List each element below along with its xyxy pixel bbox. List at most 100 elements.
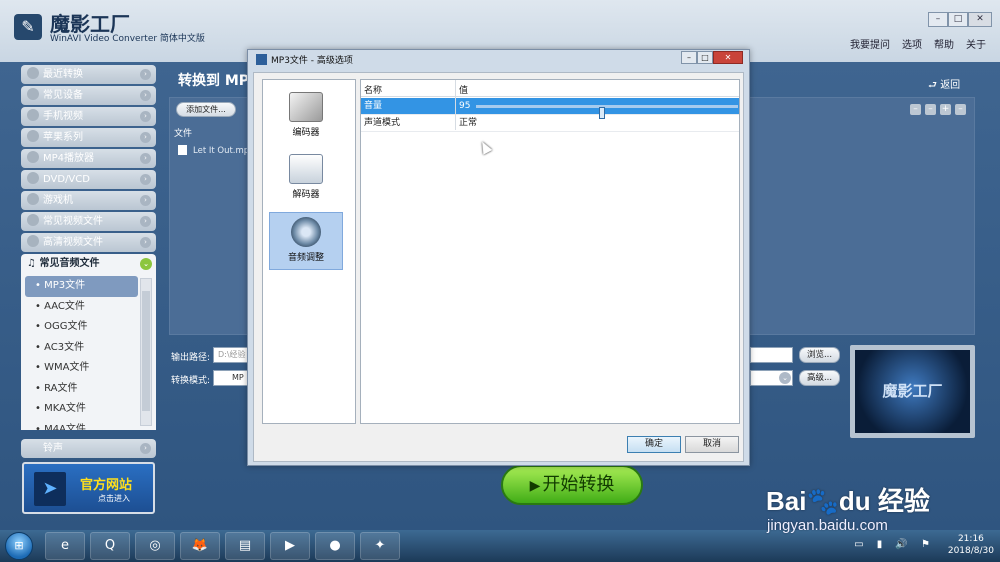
sidebar-item-phone[interactable]: 手机视频 › <box>21 107 156 126</box>
watermark-brand: Bai🐾du 经验 <box>766 486 930 516</box>
cancel-button[interactable]: 取消 <box>685 436 739 453</box>
phone-icon <box>27 109 39 121</box>
scrollbar[interactable] <box>140 278 152 426</box>
link-ask[interactable]: 我要提问 <box>850 36 890 51</box>
sidebar-item-mp4[interactable]: MP4播放器 › <box>21 149 156 168</box>
sidebar-item-devices[interactable]: 常见设备 › <box>21 86 156 105</box>
maximize-button[interactable]: □ <box>948 12 968 27</box>
taskbar-app-converter[interactable]: ✦ <box>360 532 400 560</box>
app-small-icon <box>256 54 267 65</box>
column-name: 名称 <box>364 86 383 96</box>
encoder-icon <box>289 92 323 122</box>
chevron-down-icon: ⌄ <box>779 372 791 384</box>
list-item-wma[interactable]: • WMA文件 <box>21 358 134 379</box>
browse-button[interactable]: 浏览... <box>799 347 840 363</box>
category-audio-adjust[interactable]: 音频调整 <box>269 212 343 270</box>
sidebar-item-audio[interactable]: ♫ 常见音频文件 ⌄ <box>21 254 156 274</box>
gamepad-icon <box>27 193 39 205</box>
add-file-button[interactable]: 添加文件... <box>176 102 236 117</box>
tray-icons[interactable]: ▭ ▮ 🔊 ⚑ <box>854 539 935 550</box>
output-path-field-end[interactable] <box>750 347 793 363</box>
sidebar-item-apple[interactable]: 苹果系列 › <box>21 128 156 147</box>
taskbar-app-explorer[interactable]: ▤ <box>225 532 265 560</box>
convert-mode-select-end[interactable]: ⌄ <box>750 370 793 386</box>
sidebar-item-hd[interactable]: 高清视频文件 › <box>21 233 156 252</box>
cursor-arrow-icon: ➤ <box>34 472 66 506</box>
list-item-m4a[interactable]: • M4A文件 <box>21 420 134 431</box>
list-item-ra[interactable]: • RA文件 <box>21 379 134 400</box>
official-site-banner[interactable]: ➤ 官方网站 点击进入 <box>22 462 155 514</box>
start-convert-button[interactable]: ▶ 开始转换 <box>501 465 643 505</box>
category-label: 解码器 <box>292 190 320 200</box>
category-encoder[interactable]: 编码器 <box>269 88 343 146</box>
taskbar-app-recorder[interactable]: ● <box>315 532 355 560</box>
film-icon <box>27 214 39 226</box>
windows-start-button[interactable]: ⊞ <box>5 532 33 560</box>
category-label: 编码器 <box>292 128 320 138</box>
clock-date: 2018/8/30 <box>947 546 994 556</box>
sidebar-item-label: DVD/VCD <box>43 174 90 185</box>
property-row-channel[interactable]: 声道模式 正常 <box>361 115 739 132</box>
dialog-window-controls: – □ ✕ <box>681 51 743 64</box>
scrollbar-thumb[interactable] <box>142 291 150 411</box>
move-down-button[interactable]: – <box>925 104 936 115</box>
list-item-ac3[interactable]: • AC3文件 <box>21 338 134 359</box>
banner-title: 官方网站 <box>80 478 133 493</box>
speaker-icon <box>291 217 321 247</box>
list-item-mka[interactable]: • MKA文件 <box>21 399 134 420</box>
column-value: 值 <box>459 86 469 96</box>
taskbar-app-player[interactable]: ▶ <box>270 532 310 560</box>
chevron-right-icon: › <box>140 90 151 101</box>
ok-button[interactable]: 确定 <box>627 436 681 453</box>
back-button[interactable]: ⮐ 返回 <box>928 76 960 95</box>
move-up-button[interactable]: – <box>910 104 921 115</box>
dialog-body: 编码器 解码器 音频调整 名称 值 音量 95 声道模式 正常 确定 取消 <box>253 72 744 462</box>
link-options[interactable]: 选项 <box>902 36 922 51</box>
property-row-volume[interactable]: 音量 95 <box>361 98 739 119</box>
sidebar-item-ringtone[interactable]: 铃声 › <box>21 439 156 458</box>
sidebar-item-video[interactable]: 常见视频文件 › <box>21 212 156 231</box>
taskbar-app-media[interactable]: ◎ <box>135 532 175 560</box>
sidebar: 最近转换 › 常见设备 › 手机视频 › 苹果系列 › MP4播放器 › DVD/VCD ›… <box>21 65 156 430</box>
chevron-right-icon: › <box>140 111 151 122</box>
convert-mode-label: 转换模式: <box>171 376 211 386</box>
close-button[interactable]: ✕ <box>968 12 992 27</box>
return-icon: ⮐ <box>928 80 941 91</box>
document-icon <box>178 145 187 155</box>
sidebar-item-label: 最近转换 <box>43 69 83 80</box>
volume-slider[interactable] <box>476 105 738 119</box>
list-item-ogg[interactable]: • OGG文件 <box>21 317 134 338</box>
link-help[interactable]: 帮助 <box>934 36 954 51</box>
sidebar-item-dvd[interactable]: DVD/VCD › <box>21 170 156 189</box>
taskbar-app-firefox[interactable]: 🦊 <box>180 532 220 560</box>
list-item-aac[interactable]: • AAC文件 <box>21 297 134 318</box>
clock[interactable]: 21:16 2018/8/30 <box>948 533 994 557</box>
add-button[interactable]: + <box>940 104 951 115</box>
back-label: 返回 <box>940 80 961 91</box>
table-row[interactable]: Let It Out.mp <box>178 145 249 156</box>
dialog-close-button[interactable]: ✕ <box>713 51 743 64</box>
taskbar-app-browser[interactable]: e <box>45 532 85 560</box>
system-tray: ▭ ▮ 🔊 ⚑ 21:16 2018/8/30 <box>854 533 994 557</box>
link-about[interactable]: 关于 <box>966 36 986 51</box>
sidebar-item-label: 苹果系列 <box>43 132 83 143</box>
chevron-right-icon: › <box>140 195 151 206</box>
sidebar-item-game[interactable]: 游戏机 › <box>21 191 156 210</box>
chevron-right-icon: › <box>140 216 151 227</box>
play-icon: ▶ <box>529 478 541 494</box>
dialog-title: MP3文件 - 高级选项 <box>256 53 353 66</box>
hd-icon <box>27 235 39 247</box>
list-item-mp3[interactable]: • MP3文件 <box>25 276 138 297</box>
sidebar-item-recent[interactable]: 最近转换 › <box>21 65 156 84</box>
property-grid: 名称 值 音量 95 声道模式 正常 <box>360 79 740 424</box>
minimize-button[interactable]: – <box>928 12 948 27</box>
music-note-icon: ♫ <box>27 258 40 269</box>
taskbar-app-qq[interactable]: Q <box>90 532 130 560</box>
dialog-maximize-button[interactable]: □ <box>697 51 713 64</box>
category-decoder[interactable]: 解码器 <box>269 150 343 208</box>
advanced-options-dialog: MP3文件 - 高级选项 – □ ✕ 编码器 解码器 音频调整 名称 值 音量 … <box>247 49 750 466</box>
advanced-button[interactable]: 高级... <box>799 370 840 386</box>
remove-button[interactable]: – <box>955 104 966 115</box>
dialog-minimize-button[interactable]: – <box>681 51 697 64</box>
decoder-icon <box>289 154 323 184</box>
